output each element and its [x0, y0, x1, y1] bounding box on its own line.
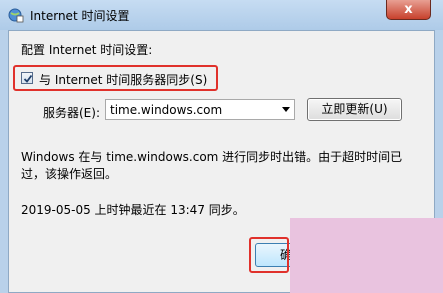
server-combobox[interactable]: time.windows.com — [105, 99, 295, 120]
sync-checkbox[interactable] — [21, 72, 33, 84]
close-icon: x — [404, 2, 413, 17]
dialog-window: Internet 时间设置 x 配置 Internet 时间设置: 与 Inte… — [0, 0, 443, 293]
checkmark-icon — [23, 74, 33, 83]
server-label: 服务器(E): — [43, 106, 100, 120]
close-button[interactable]: x — [386, 0, 431, 20]
clock-globe-icon — [8, 7, 24, 23]
ok-highlight-box — [249, 237, 289, 273]
title-bar[interactable]: Internet 时间设置 x — [0, 0, 443, 30]
window-title: Internet 时间设置 — [30, 9, 130, 23]
watermark-overlay — [290, 218, 443, 293]
sync-checkbox-row[interactable]: 与 Internet 时间服务器同步(S) — [13, 65, 218, 91]
chevron-down-icon[interactable] — [282, 107, 290, 112]
sync-error-message: Windows 在与 time.windows.com 进行同步时出错。由于超时… — [21, 150, 403, 181]
dialog-heading: 配置 Internet 时间设置: — [21, 43, 153, 57]
sync-checkbox-label[interactable]: 与 Internet 时间服务器同步(S) — [39, 71, 207, 88]
update-now-button[interactable]: 立即更新(U) — [307, 98, 402, 121]
last-sync-status: 2019-05-05 上时钟最近在 13:47 同步。 — [21, 203, 245, 217]
server-value[interactable]: time.windows.com — [110, 103, 222, 117]
